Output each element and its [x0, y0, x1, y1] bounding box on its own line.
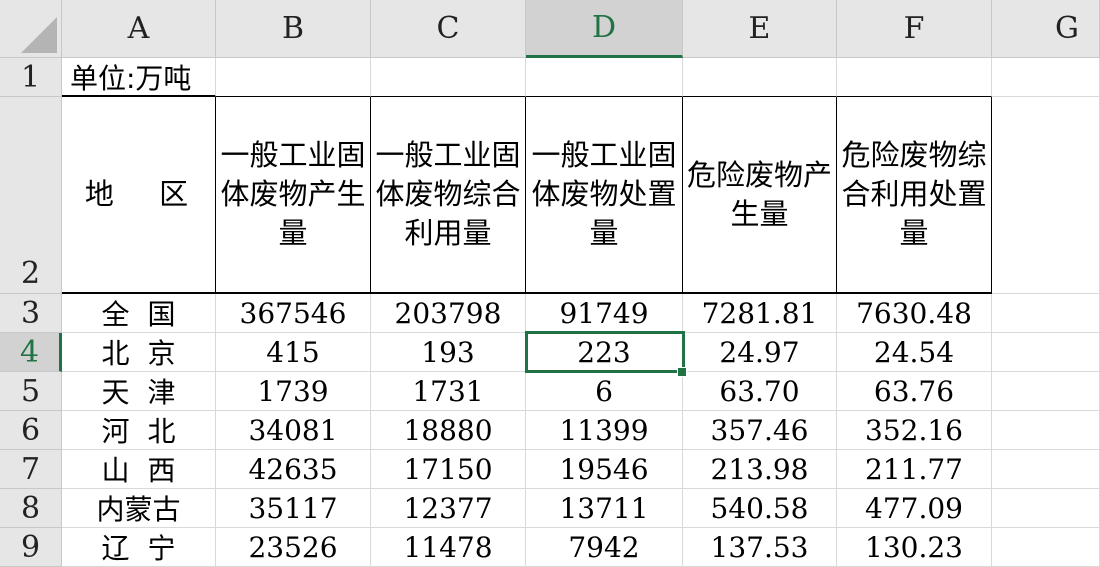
header-industrial-waste-utilized[interactable]: 一般工业固体废物综合利用量 [371, 97, 526, 294]
row-header-3[interactable]: 3 [0, 294, 62, 333]
table-cell-c[interactable]: 193 [371, 333, 526, 372]
table-cell-f[interactable]: 477.09 [837, 489, 992, 528]
row-header-4[interactable]: 4 [0, 333, 62, 372]
select-all-button[interactable] [0, 0, 62, 58]
table-cell-d[interactable]: 6 [526, 372, 683, 411]
table-cell-d[interactable]: 91749 [526, 294, 683, 333]
table-cell-b[interactable]: 1739 [216, 372, 371, 411]
table-cell-c[interactable]: 17150 [371, 450, 526, 489]
cell-e1[interactable] [683, 58, 837, 97]
table-cell-e[interactable]: 24.97 [683, 333, 837, 372]
table-cell-e[interactable]: 540.58 [683, 489, 837, 528]
table-cell-f[interactable]: 63.76 [837, 372, 992, 411]
cell-d1[interactable] [526, 58, 683, 97]
table-cell-region[interactable]: 山西 [62, 450, 216, 489]
table-cell-f[interactable]: 130.23 [837, 528, 992, 567]
table-cell-e[interactable]: 137.53 [683, 528, 837, 567]
table-cell-c[interactable]: 1731 [371, 372, 526, 411]
spreadsheet-grid: A B C D E F G 1 2 3 4 5 6 7 8 9 单位:万吨 地 … [0, 0, 1100, 567]
table-cell-region[interactable]: 辽宁 [62, 528, 216, 567]
cell-b1[interactable] [216, 58, 371, 97]
table-cell-region[interactable]: 北京 [62, 333, 216, 372]
row-header-7[interactable]: 7 [0, 450, 62, 489]
table-cell-d[interactable]: 223 [526, 333, 683, 372]
table-cell-g[interactable] [992, 294, 1100, 333]
header-region[interactable]: 地 区 [62, 97, 216, 294]
cell-g1[interactable] [992, 58, 1100, 97]
column-header-e[interactable]: E [683, 0, 837, 58]
header-industrial-waste-generated[interactable]: 一般工业固体废物产生量 [216, 97, 371, 294]
table-cell-b[interactable]: 415 [216, 333, 371, 372]
cell-a1-unit[interactable]: 单位:万吨 [62, 58, 216, 97]
column-header-c[interactable]: C [371, 0, 526, 58]
table-cell-d[interactable]: 13711 [526, 489, 683, 528]
table-cell-g[interactable] [992, 372, 1100, 411]
table-cell-d[interactable]: 11399 [526, 411, 683, 450]
table-cell-f[interactable]: 352.16 [837, 411, 992, 450]
table-cell-e[interactable]: 357.46 [683, 411, 837, 450]
table-cell-e[interactable]: 63.70 [683, 372, 837, 411]
table-cell-e[interactable]: 7281.81 [683, 294, 837, 333]
column-header-a[interactable]: A [62, 0, 216, 58]
table-cell-c[interactable]: 18880 [371, 411, 526, 450]
row-header-6[interactable]: 6 [0, 411, 62, 450]
table-cell-c[interactable]: 11478 [371, 528, 526, 567]
column-header-b[interactable]: B [216, 0, 371, 58]
table-cell-b[interactable]: 42635 [216, 450, 371, 489]
table-cell-region[interactable]: 内蒙古 [62, 489, 216, 528]
table-cell-g[interactable] [992, 333, 1100, 372]
table-cell-g[interactable] [992, 411, 1100, 450]
cell-c1[interactable] [371, 58, 526, 97]
table-cell-c[interactable]: 12377 [371, 489, 526, 528]
table-cell-f[interactable]: 7630.48 [837, 294, 992, 333]
row-header-2[interactable]: 2 [0, 97, 62, 294]
header-hazardous-waste-generated[interactable]: 危险废物产生量 [683, 97, 837, 294]
table-cell-g[interactable] [992, 450, 1100, 489]
table-cell-region[interactable]: 河北 [62, 411, 216, 450]
row-header-5[interactable]: 5 [0, 372, 62, 411]
table-cell-b[interactable]: 367546 [216, 294, 371, 333]
row-header-1[interactable]: 1 [0, 58, 62, 97]
table-cell-e[interactable]: 213.98 [683, 450, 837, 489]
cell-g2[interactable] [992, 97, 1100, 294]
cell-f1[interactable] [837, 58, 992, 97]
table-cell-d[interactable]: 19546 [526, 450, 683, 489]
table-cell-f[interactable]: 24.54 [837, 333, 992, 372]
table-cell-c[interactable]: 203798 [371, 294, 526, 333]
select-all-triangle-icon [21, 17, 57, 53]
column-header-g[interactable]: G [992, 0, 1100, 58]
table-cell-g[interactable] [992, 528, 1100, 567]
fill-handle[interactable] [677, 367, 687, 377]
column-header-d[interactable]: D [526, 0, 683, 58]
table-cell-d[interactable]: 7942 [526, 528, 683, 567]
table-cell-b[interactable]: 23526 [216, 528, 371, 567]
header-industrial-waste-disposed[interactable]: 一般工业固体废物处置量 [526, 97, 683, 294]
table-cell-f[interactable]: 211.77 [837, 450, 992, 489]
header-hazardous-waste-utilized-disposed[interactable]: 危险废物综合利用处置量 [837, 97, 992, 294]
table-cell-region[interactable]: 天津 [62, 372, 216, 411]
table-cell-g[interactable] [992, 489, 1100, 528]
column-header-f[interactable]: F [837, 0, 992, 58]
table-cell-b[interactable]: 34081 [216, 411, 371, 450]
table-cell-b[interactable]: 35117 [216, 489, 371, 528]
row-header-8[interactable]: 8 [0, 489, 62, 528]
table-cell-region[interactable]: 全国 [62, 294, 216, 333]
row-header-9[interactable]: 9 [0, 528, 62, 567]
